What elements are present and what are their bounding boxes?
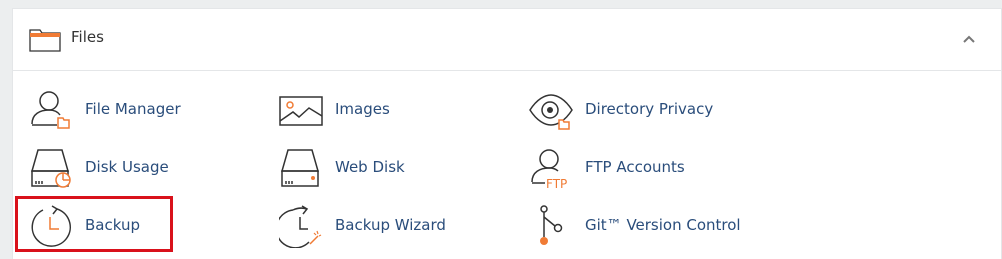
tool-label: Disk Usage (85, 158, 169, 176)
tool-disk-usage[interactable]: Disk Usage (29, 146, 209, 190)
chevron-up-icon[interactable] (961, 31, 977, 47)
tool-ftp-accounts[interactable]: FTP FTP Accounts (529, 146, 709, 190)
tool-label: FTP Accounts (585, 158, 685, 176)
tool-git-version-control[interactable]: Git™ Version Control (529, 204, 741, 248)
panel-header[interactable]: Files (13, 9, 1001, 71)
directory-privacy-icon (529, 94, 573, 130)
tool-directory-privacy[interactable]: Directory Privacy (529, 88, 719, 132)
images-icon (279, 96, 323, 126)
tool-web-disk[interactable]: Web Disk (279, 146, 419, 190)
disk-usage-icon (31, 149, 71, 188)
backup-highlight-box (15, 196, 173, 252)
tool-label: Images (335, 100, 390, 118)
tool-label: Directory Privacy (585, 100, 714, 118)
tool-label: Web Disk (335, 158, 405, 176)
ftp-accounts-icon: FTP (531, 149, 567, 190)
backup-wizard-icon (279, 205, 322, 248)
web-disk-icon (281, 149, 319, 187)
tool-backup-wizard[interactable]: Backup Wizard (279, 204, 449, 248)
git-version-control-icon (540, 205, 563, 245)
tool-label: File Manager (85, 100, 181, 118)
tool-label: Backup Wizard (335, 216, 446, 234)
folder-icon (29, 29, 61, 52)
tool-label: Git™ Version Control (585, 216, 741, 234)
tool-images[interactable]: Images (279, 88, 419, 132)
file-manager-icon (31, 91, 70, 129)
panel-title: Files (71, 28, 104, 46)
tool-file-manager[interactable]: File Manager (29, 88, 209, 132)
svg-text:FTP: FTP (546, 177, 567, 190)
